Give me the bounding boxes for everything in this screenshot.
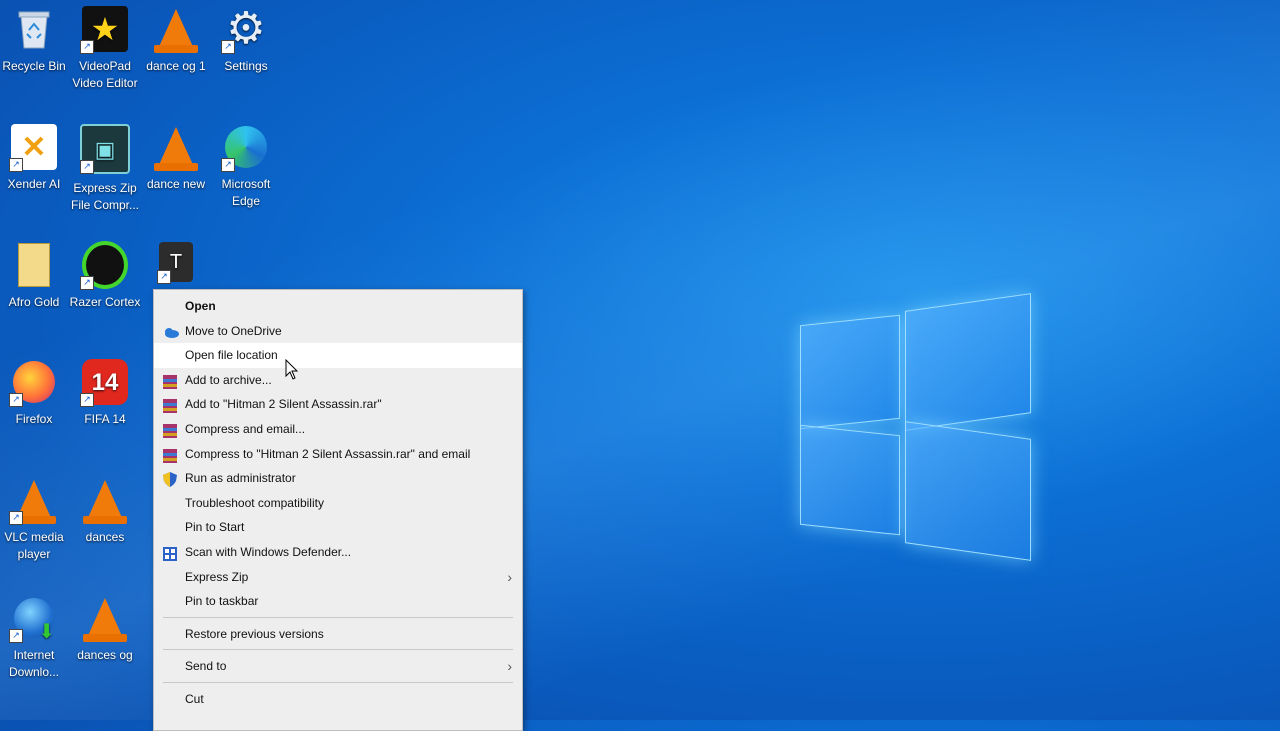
- desktop-icon-videopad[interactable]: ★ ↗ VideoPad Video Editor: [69, 2, 141, 92]
- icon-label: VideoPad Video Editor: [72, 59, 138, 90]
- icon-label: dances og: [77, 648, 133, 662]
- folder-icon: [11, 242, 57, 288]
- chevron-right-icon: ›: [507, 658, 512, 675]
- menu-item-cut[interactable]: Cut: [154, 687, 522, 712]
- windows-logo-wallpaper: [760, 250, 1060, 590]
- edge-icon: ↗: [221, 124, 269, 172]
- menu-separator: [163, 616, 513, 618]
- icon-label: dance og 1: [146, 59, 206, 73]
- menu-item-compress-to-rar-and-email[interactable]: Compress to "Hitman 2 Silent Assassin.ra…: [154, 442, 522, 467]
- menu-item-send-to[interactable]: Send to ›: [154, 654, 522, 679]
- onedrive-cloud-icon: [163, 324, 179, 338]
- videopad-icon: ★ ↗: [80, 6, 128, 54]
- desktop-icon-dance-new[interactable]: dance new: [140, 120, 212, 193]
- menu-item-restore-previous-versions[interactable]: Restore previous versions: [154, 622, 522, 647]
- desktop-icon-recycle-bin[interactable]: Recycle Bin: [0, 2, 70, 75]
- desktop-icon-dances-og[interactable]: dances og: [69, 591, 141, 664]
- vlc-cone-icon: [153, 124, 199, 171]
- desktop-icon-firefox[interactable]: ↗ Firefox: [0, 355, 70, 428]
- chevron-right-icon: ›: [507, 568, 512, 585]
- menu-separator: [163, 649, 513, 651]
- menu-item-compress-and-email[interactable]: Compress and email...: [154, 417, 522, 442]
- desktop-icon-dances[interactable]: dances: [69, 473, 141, 546]
- desktop-icon-settings[interactable]: ⚙ ↗ Settings: [210, 2, 282, 75]
- gear-icon: ⚙ ↗: [221, 6, 269, 54]
- desktop-icon-dance-og-1[interactable]: dance og 1: [140, 2, 212, 75]
- vlc-cone-icon: [82, 477, 128, 524]
- icon-label: Razer Cortex: [69, 295, 141, 309]
- xender-icon: ✕ ↗: [9, 124, 57, 172]
- vlc-cone-icon: [153, 6, 199, 53]
- winrar-icon: [163, 373, 177, 389]
- letter-t-icon: T ↗: [157, 242, 193, 284]
- desktop-icon-hitman[interactable]: T ↗: [140, 238, 212, 288]
- icon-label: Internet Downlo...: [8, 648, 60, 679]
- menu-separator: [163, 681, 513, 683]
- icon-label: FIFA 14: [84, 412, 126, 426]
- menu-item-open[interactable]: Open: [154, 294, 522, 319]
- desktop-icon-xender[interactable]: ✕ ↗ Xender AI: [0, 120, 70, 193]
- menu-item-pin-to-taskbar[interactable]: Pin to taskbar: [154, 589, 522, 614]
- desktop-icon-afro-gold[interactable]: Afro Gold: [0, 238, 70, 311]
- desktop-icon-vlc[interactable]: ↗ VLC media player: [0, 473, 70, 563]
- globe-download-icon: ⬇ ↗: [9, 595, 57, 643]
- menu-item-troubleshoot-compatibility[interactable]: Troubleshoot compatibility: [154, 491, 522, 516]
- menu-item-add-to-rar[interactable]: Add to "Hitman 2 Silent Assassin.rar": [154, 392, 522, 417]
- winrar-icon: [163, 397, 177, 414]
- uac-shield-icon: [163, 471, 177, 488]
- fifa-icon: 14 ↗: [80, 359, 128, 407]
- menu-item-scan-with-defender[interactable]: Scan with Windows Defender...: [154, 540, 522, 565]
- desktop-icon-fifa-14[interactable]: 14 ↗ FIFA 14: [69, 355, 141, 428]
- defender-icon: [163, 545, 177, 561]
- razer-cortex-icon: ↗: [80, 241, 128, 290]
- winrar-icon: [163, 422, 177, 438]
- context-menu: Open Move to OneDrive Open file location…: [153, 289, 523, 731]
- icon-label: Settings: [224, 59, 268, 73]
- vlc-cone-icon: ↗: [9, 477, 57, 525]
- menu-item-move-to-onedrive[interactable]: Move to OneDrive: [154, 319, 522, 344]
- desktop-icon-express-zip[interactable]: ▣ ↗ Express Zip File Compr...: [69, 120, 141, 214]
- icon-label: Afro Gold: [8, 295, 60, 309]
- menu-item-run-as-administrator[interactable]: Run as administrator: [154, 466, 522, 491]
- express-zip-icon: ▣ ↗: [80, 124, 130, 174]
- menu-item-express-zip[interactable]: Express Zip ›: [154, 565, 522, 590]
- icon-label: dance new: [146, 177, 206, 191]
- menu-item-add-to-archive[interactable]: Add to archive...: [154, 368, 522, 393]
- icon-label: Recycle Bin: [2, 59, 66, 73]
- recycle-bin-icon: [11, 6, 57, 52]
- menu-item-open-file-location[interactable]: Open file location: [154, 343, 522, 368]
- icon-label: Express Zip File Compr...: [70, 181, 139, 212]
- icon-label: Microsoft Edge: [221, 177, 271, 208]
- icon-label: VLC media player: [4, 530, 64, 561]
- winrar-icon: [163, 447, 177, 463]
- mouse-cursor-icon: [285, 359, 299, 380]
- desktop-icon-microsoft-edge[interactable]: ↗ Microsoft Edge: [210, 120, 282, 210]
- icon-label: dances: [85, 530, 125, 544]
- menu-item-pin-to-start[interactable]: Pin to Start: [154, 515, 522, 540]
- icon-label: Xender AI: [7, 177, 61, 191]
- desktop-icon-razer-cortex[interactable]: ↗ Razer Cortex: [69, 238, 141, 311]
- desktop-icon-internet-download[interactable]: ⬇ ↗ Internet Downlo...: [0, 591, 70, 681]
- icon-label: Firefox: [15, 412, 53, 426]
- vlc-cone-icon: [82, 595, 128, 642]
- firefox-icon: ↗: [9, 359, 57, 407]
